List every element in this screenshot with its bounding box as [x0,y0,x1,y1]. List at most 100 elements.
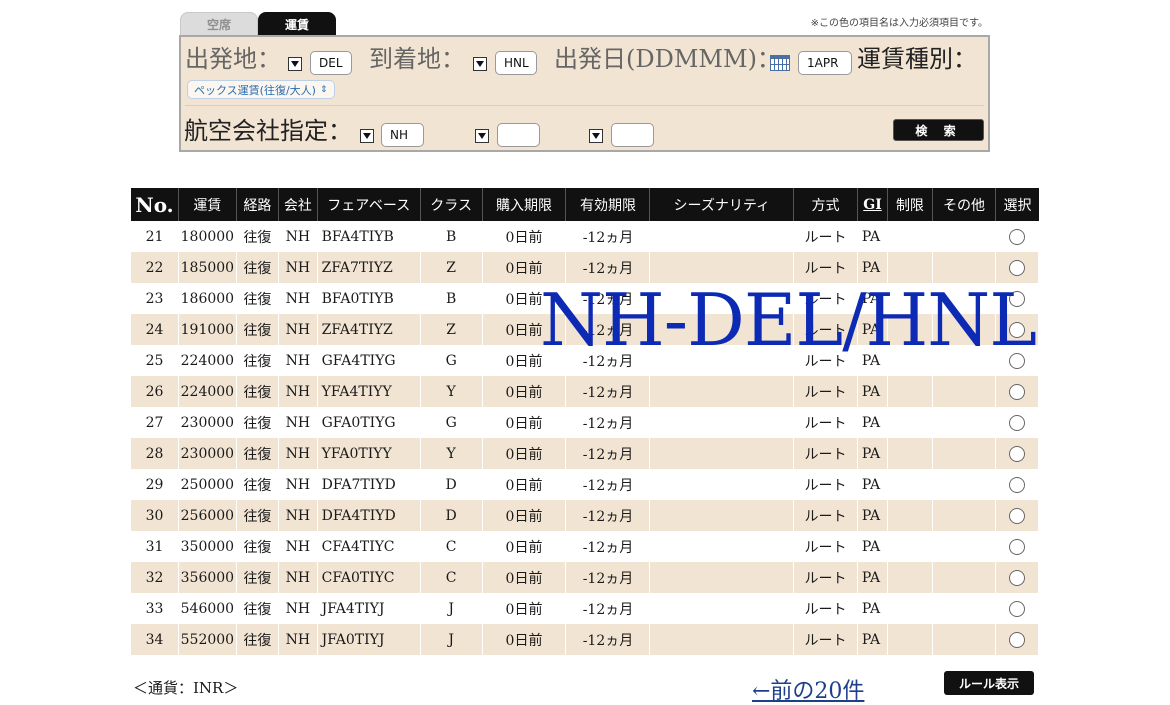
cell-route: 往復 [236,562,280,593]
cell-no: 24 [131,314,180,345]
select-radio[interactable] [1009,445,1026,462]
tab-seat-availability[interactable]: 空席 [180,12,258,36]
cell-restrict [887,469,933,500]
cell-gi: PA [857,252,889,283]
table-row: 30 256000 往復 NH DFA4TIYD D 0日前 -12ヵ月 ルート PA [131,500,1039,531]
cell-restrict [887,376,933,407]
cell-validity: -12ヵ月 [565,469,651,500]
cell-fare: 230000 [178,438,237,469]
cell-cls: B [420,283,483,314]
cell-season [649,345,795,376]
airline-3-dropdown-icon[interactable] [589,129,603,143]
column-header-other: その他 [932,188,997,221]
previous-page-link[interactable]: ←前の20件 [752,673,864,705]
cell-cls: B [420,221,483,252]
cell-no: 30 [131,500,180,531]
select-radio[interactable] [1009,228,1026,245]
panel-divider [185,105,984,106]
select-radio[interactable] [1009,290,1026,307]
cell-purchase: 0日前 [482,500,567,531]
select-radio[interactable] [1009,321,1026,338]
cell-purchase: 0日前 [482,221,567,252]
arrival-input[interactable]: HNL [495,51,537,75]
cell-other [932,624,997,655]
cell-select [995,314,1039,345]
cell-validity: -12ヵ月 [565,345,651,376]
fare-type-select[interactable]: ペックス運賃(往復/大人) ⇕ [187,80,335,99]
cell-method: ルート [793,624,858,655]
cell-select [995,500,1039,531]
departure-label: 出発地： [185,45,281,73]
cell-fare: 180000 [178,221,237,252]
cell-validity: -12ヵ月 [565,624,651,655]
cell-carrier: NH [278,531,318,562]
airline-3-input[interactable] [611,123,654,147]
select-radio[interactable] [1009,414,1026,431]
cell-other [932,376,997,407]
departure-date-input[interactable]: 1APR [798,51,852,75]
airline-1-dropdown-icon[interactable] [360,129,374,143]
cell-gi: PA [857,376,889,407]
cell-route: 往復 [236,283,280,314]
cell-method: ルート [793,593,858,624]
cell-carrier: NH [278,624,318,655]
cell-method: ルート [793,283,858,314]
search-button[interactable]: 検 索 [893,119,984,141]
cell-select [995,624,1039,655]
cell-select [995,376,1039,407]
select-radio[interactable] [1009,352,1026,369]
cell-route: 往復 [236,221,280,252]
cell-restrict [887,221,933,252]
cell-season [649,252,795,283]
select-radio[interactable] [1009,600,1026,617]
cell-select [995,407,1039,438]
cell-no: 29 [131,469,180,500]
select-radio[interactable] [1009,476,1026,493]
cell-validity: -12ヵ月 [565,438,651,469]
cell-validity: -12ヵ月 [565,221,651,252]
cell-method: ルート [793,252,858,283]
airline-2-dropdown-icon[interactable] [475,129,489,143]
cell-cls: C [420,531,483,562]
cell-no: 21 [131,221,180,252]
cell-basis: CFA4TIYC [317,531,421,562]
cell-cls: J [420,624,483,655]
cell-purchase: 0日前 [482,376,567,407]
cell-route: 往復 [236,376,280,407]
cell-other [932,562,997,593]
cell-route: 往復 [236,624,280,655]
select-radio[interactable] [1009,383,1026,400]
cell-select [995,593,1039,624]
cell-cls: Z [420,252,483,283]
column-header-gi[interactable]: GI [857,188,889,221]
cell-no: 22 [131,252,180,283]
calendar-icon[interactable] [770,55,790,71]
cell-no: 26 [131,376,180,407]
cell-gi: PA [857,500,889,531]
cell-cls: J [420,593,483,624]
cell-validity: -12ヵ月 [565,252,651,283]
select-radio[interactable] [1009,259,1026,276]
cell-gi: PA [857,438,889,469]
departure-dropdown-icon[interactable] [288,57,302,71]
airline-1-input[interactable]: NH [381,123,424,147]
cell-basis: YFA4TIYY [317,376,421,407]
cell-method: ルート [793,376,858,407]
cell-basis: JFA4TIYJ [317,593,421,624]
tab-fare[interactable]: 運賃 [258,12,336,36]
arrival-dropdown-icon[interactable] [473,57,487,71]
cell-basis: JFA0TIYJ [317,624,421,655]
airline-2-input[interactable] [497,123,540,147]
cell-fare: 185000 [178,252,237,283]
select-radio[interactable] [1009,538,1026,555]
cell-cls: Y [420,438,483,469]
show-rules-button[interactable]: ルール表示 [944,671,1034,695]
select-radio[interactable] [1009,569,1026,586]
cell-gi: PA [857,283,889,314]
select-radio[interactable] [1009,507,1026,524]
table-row: 31 350000 往復 NH CFA4TIYC C 0日前 -12ヵ月 ルート PA [131,531,1039,562]
departure-input[interactable]: DEL [310,51,352,75]
select-radio[interactable] [1009,631,1026,648]
cell-restrict [887,438,933,469]
table-row: 27 230000 往復 NH GFA0TIYG G 0日前 -12ヵ月 ルート PA [131,407,1039,438]
